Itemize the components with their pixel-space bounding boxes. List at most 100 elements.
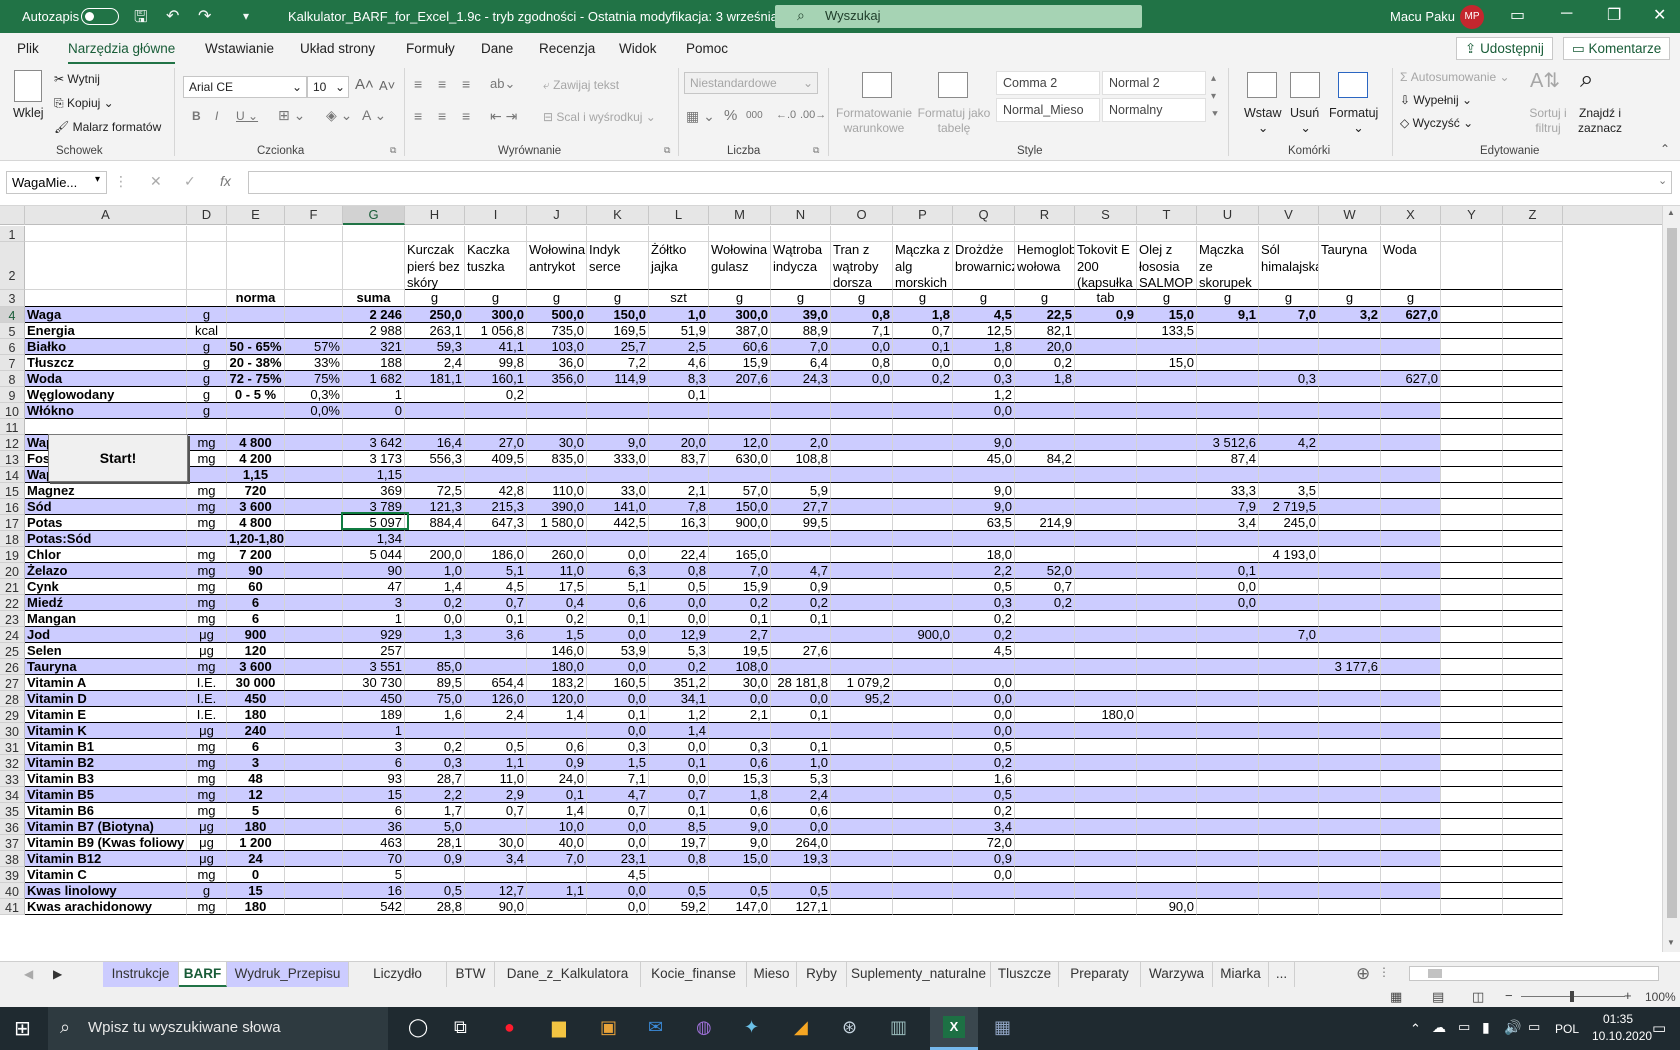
ingredient-value[interactable] — [1197, 627, 1259, 643]
ingredient-value[interactable]: 169,5 — [587, 323, 649, 339]
unit-cell[interactable]: mg — [187, 595, 227, 611]
ingredient-value[interactable] — [1197, 691, 1259, 707]
cell[interactable] — [1503, 242, 1563, 290]
ingredient-value[interactable] — [1381, 819, 1441, 835]
ingredient-value[interactable]: 654,4 — [465, 675, 527, 691]
row-header-26[interactable]: 26 — [0, 659, 25, 675]
ingredient-value[interactable] — [1319, 371, 1381, 387]
tab-file[interactable]: Plik — [17, 41, 39, 56]
zoom-level[interactable]: 100% — [1645, 990, 1676, 1004]
ingredient-value[interactable] — [1137, 707, 1197, 723]
shrink-font-icon[interactable]: A˅ — [379, 78, 395, 93]
ingredient-value[interactable] — [1381, 867, 1441, 883]
ingredient-value[interactable]: 180,0 — [1075, 707, 1137, 723]
norma-cell[interactable]: 0 - 5 % — [227, 387, 285, 403]
ingredient-value[interactable] — [1075, 659, 1137, 675]
ingredient-value[interactable] — [893, 819, 953, 835]
ingredient-value[interactable] — [1319, 643, 1381, 659]
ingredient-value[interactable]: 0,0 — [953, 355, 1015, 371]
cell[interactable] — [1441, 547, 1503, 563]
ingredient-value[interactable] — [1197, 355, 1259, 371]
cell[interactable] — [1441, 659, 1503, 675]
ingredient-value[interactable] — [1137, 659, 1197, 675]
cell[interactable] — [1503, 531, 1563, 547]
unit-cell[interactable]: mg — [187, 739, 227, 755]
ingredient-value[interactable] — [1015, 531, 1075, 547]
ingredient-value[interactable]: 0,5 — [771, 883, 831, 899]
nutrient-name[interactable]: Tłuszcz — [25, 355, 187, 371]
dialog-launcher-icon[interactable]: ⧉ — [813, 145, 819, 156]
clear-button[interactable]: ◇ Wyczyść ⌄ — [1400, 116, 1473, 130]
cell[interactable] — [1503, 771, 1563, 787]
ingredient-value[interactable] — [1381, 563, 1441, 579]
sheet-tab[interactable]: Kocie_finanse — [641, 962, 747, 987]
ingredient-value[interactable]: 20,0 — [649, 435, 709, 451]
ingredient-value[interactable]: 9,0 — [953, 435, 1015, 451]
tray-expand-icon[interactable]: ⌃ — [1410, 1021, 1421, 1037]
ingredient-value[interactable] — [1015, 867, 1075, 883]
ingredient-value[interactable]: 0,0 — [587, 627, 649, 643]
ingredient-value[interactable]: 2,2 — [405, 787, 465, 803]
ingredient-value[interactable] — [1319, 611, 1381, 627]
ingredient-value[interactable] — [1197, 867, 1259, 883]
ingredient-value[interactable] — [771, 723, 831, 739]
ingredient-value[interactable]: 0,7 — [465, 803, 527, 819]
ingredient-value[interactable] — [893, 579, 953, 595]
ingredient-value[interactable]: 0,0 — [893, 355, 953, 371]
ingredient-value[interactable] — [1075, 851, 1137, 867]
ingredient-value[interactable] — [1259, 323, 1319, 339]
ingredient-value[interactable] — [1197, 675, 1259, 691]
percent-cell[interactable] — [285, 707, 343, 723]
norma-cell[interactable]: 120 — [227, 643, 285, 659]
cell[interactable] — [1441, 419, 1503, 435]
ingredient-value[interactable]: 7,8 — [649, 499, 709, 515]
ingredient-value[interactable]: 5,9 — [771, 483, 831, 499]
percent-cell[interactable] — [285, 419, 343, 435]
ingredient-value[interactable] — [1015, 659, 1075, 675]
ingredient-value[interactable]: 0,0 — [587, 691, 649, 707]
column-header-f[interactable]: F — [285, 206, 343, 225]
cell[interactable] — [1381, 226, 1441, 242]
ingredient-value[interactable]: 2,1 — [709, 707, 771, 723]
ingredient-value[interactable] — [1015, 739, 1075, 755]
cell[interactable] — [1503, 355, 1563, 371]
suma-cell[interactable]: 5 — [343, 867, 405, 883]
merge-center-button[interactable]: ⊟ Scal i wyśrodkuj ⌄ — [543, 110, 656, 124]
ingredient-value[interactable] — [1075, 723, 1137, 739]
column-header-z[interactable]: Z — [1503, 206, 1563, 225]
ingredient-header[interactable]: Wołowina gulasz — [709, 242, 771, 290]
ingredient-value[interactable] — [831, 515, 893, 531]
ingredient-value[interactable]: 1,5 — [587, 755, 649, 771]
cell[interactable] — [405, 226, 465, 242]
game-icon[interactable]: ◢ — [794, 1017, 808, 1038]
row-header-29[interactable]: 29 — [0, 707, 25, 723]
ingredient-value[interactable] — [953, 659, 1015, 675]
ingredient-value[interactable] — [527, 387, 587, 403]
ingredient-value[interactable] — [1319, 883, 1381, 899]
ingredient-value[interactable]: 4,7 — [771, 563, 831, 579]
sheet-tab[interactable]: BARF — [179, 962, 227, 987]
ingredient-value[interactable]: 0,7 — [649, 787, 709, 803]
ingredient-value[interactable]: 387,0 — [709, 323, 771, 339]
ingredient-value[interactable]: 1,8 — [953, 339, 1015, 355]
cell[interactable] — [187, 290, 227, 307]
ingredient-value[interactable] — [1015, 819, 1075, 835]
column-header-q[interactable]: Q — [953, 206, 1015, 225]
ingredient-value[interactable] — [465, 867, 527, 883]
ingredient-value[interactable]: 34,1 — [649, 691, 709, 707]
ingredient-value[interactable] — [1319, 675, 1381, 691]
ingredient-header[interactable]: Kurczak pierś bez skóry — [405, 242, 465, 290]
ingredient-value[interactable]: 3,6 — [465, 627, 527, 643]
ingredient-value[interactable]: 7,0 — [527, 851, 587, 867]
percent-cell[interactable] — [285, 563, 343, 579]
suma-cell[interactable]: 36 — [343, 819, 405, 835]
calculator-icon[interactable]: ▦ — [994, 1017, 1011, 1038]
ingredient-value[interactable]: 0,0 — [649, 771, 709, 787]
ingredient-value[interactable] — [1075, 691, 1137, 707]
ingredient-value[interactable] — [587, 387, 649, 403]
ingredient-value[interactable]: 9,0 — [953, 499, 1015, 515]
sort-filter-icon[interactable]: A⇅ — [1530, 68, 1560, 93]
ingredient-value[interactable] — [1381, 467, 1441, 483]
ingredient-value[interactable] — [831, 771, 893, 787]
ingredient-value[interactable] — [405, 867, 465, 883]
